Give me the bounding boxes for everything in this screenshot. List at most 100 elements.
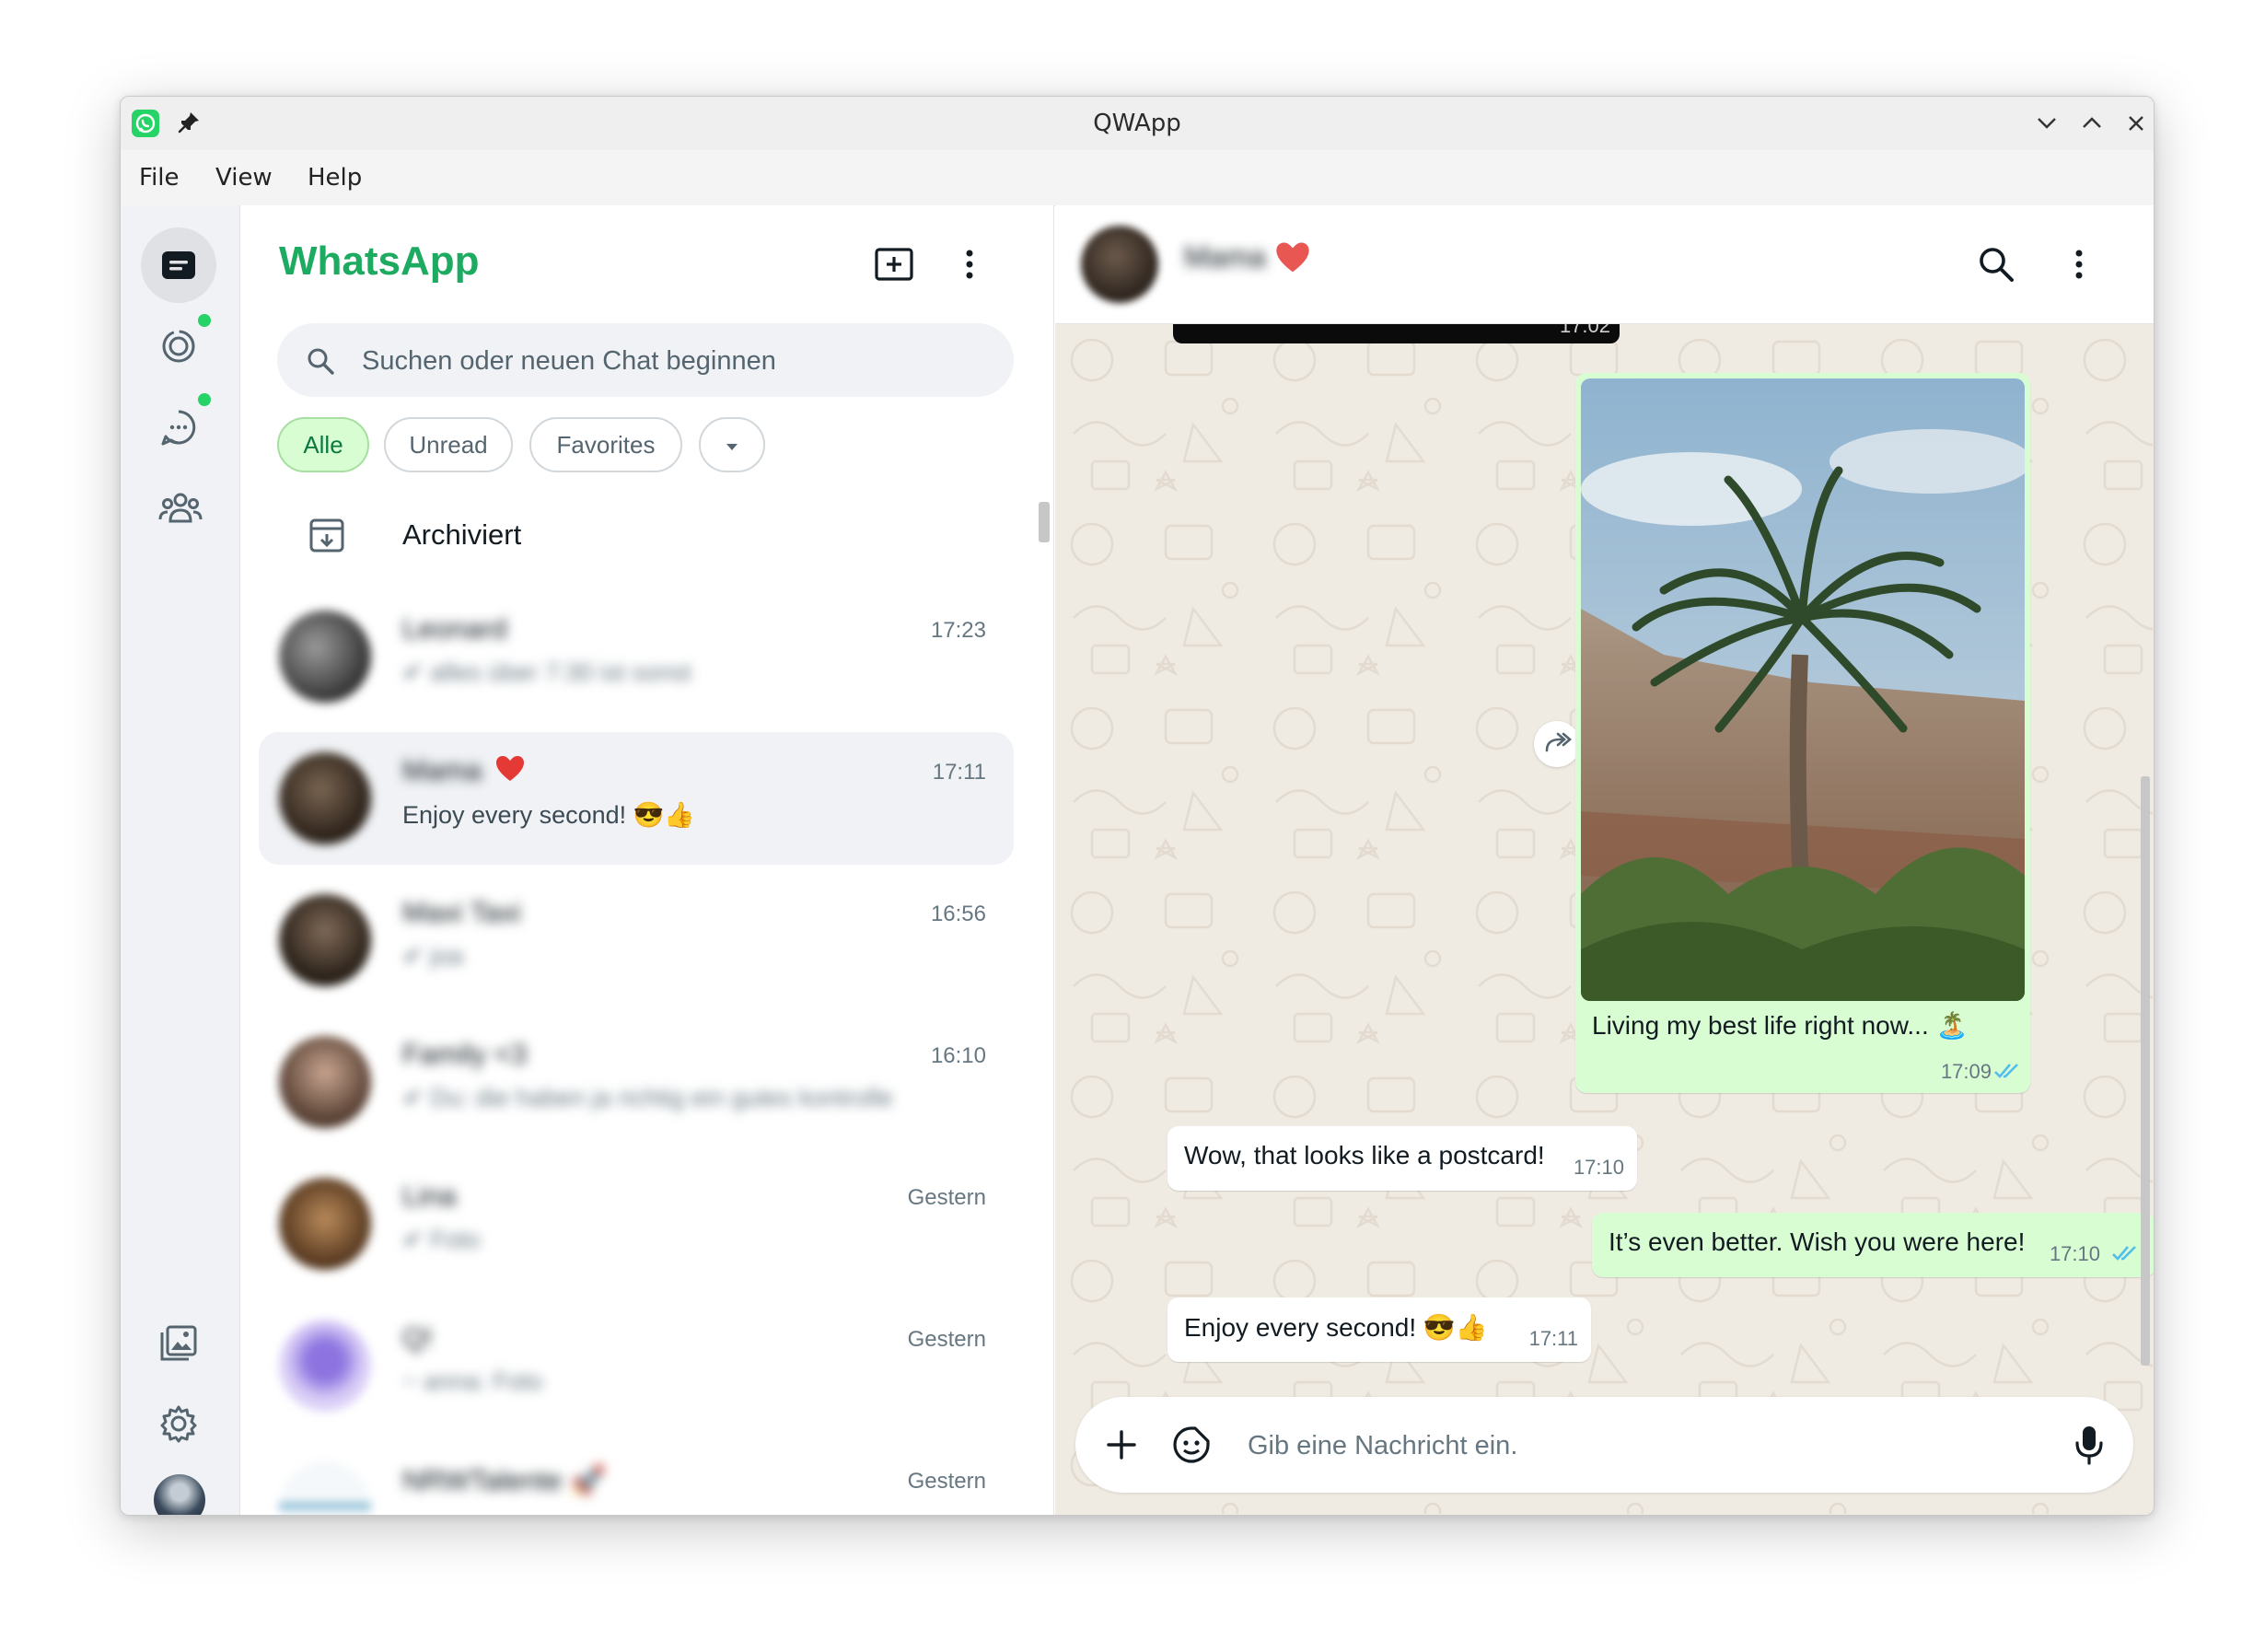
chat-time: 17:23 — [930, 618, 986, 643]
filter-all-chip[interactable]: Alle — [277, 417, 369, 472]
archived-row[interactable]: Archiviert — [277, 491, 1014, 579]
chat-name: NRWTalente 🚀 — [402, 1464, 606, 1496]
chat-row[interactable]: Q! Gestern ~ anna: Foto — [259, 1299, 1014, 1432]
brand-title: WhatsApp — [279, 238, 480, 284]
filter-favorites-chip[interactable]: Favorites — [529, 417, 682, 472]
heart-icon — [496, 756, 524, 781]
close-icon[interactable] — [2120, 108, 2152, 139]
chat-preview: ✔ Foto — [402, 1226, 481, 1253]
chat-avatar — [279, 611, 371, 703]
chat-avatar — [279, 1320, 371, 1412]
incoming-message[interactable]: Enjoy every second! 😎👍 17:11 — [1167, 1297, 1591, 1362]
archived-label: Archiviert — [402, 518, 522, 551]
microphone-icon[interactable] — [2073, 1423, 2106, 1467]
filter-unread-chip[interactable]: Unread — [384, 417, 513, 472]
window-title: QWApp — [1093, 110, 1181, 137]
profile-avatar[interactable] — [154, 1474, 205, 1515]
rail-chats-button[interactable] — [141, 227, 216, 303]
status-unread-dot — [198, 314, 211, 327]
contact-avatar[interactable] — [1081, 226, 1158, 303]
rail-channels-button[interactable] — [141, 390, 216, 465]
maximize-chevron-icon[interactable] — [2076, 108, 2108, 139]
chat-avatar — [279, 1178, 371, 1270]
minimize-chevron-icon[interactable] — [2031, 108, 2062, 139]
incoming-message[interactable]: Wow, that looks like a postcard! 17:10 — [1167, 1126, 1637, 1191]
chat-list-scrollbar[interactable] — [1039, 502, 1050, 542]
read-receipt-icon — [1994, 1064, 2018, 1078]
caret-down-icon — [726, 444, 738, 451]
chat-time: 16:10 — [930, 1043, 986, 1068]
settings-gear-icon — [160, 1405, 197, 1443]
message-time: 17:09 — [1940, 1060, 1992, 1083]
rail-status-button[interactable] — [141, 308, 216, 384]
forward-icon — [1545, 732, 1572, 752]
rail-settings-button[interactable] — [141, 1386, 216, 1461]
chat-time: 16:56 — [930, 902, 986, 926]
chat-name: Mama — [402, 754, 482, 787]
chat-avatar — [279, 1461, 371, 1515]
outgoing-image-message[interactable]: Living my best life right now... 🏝️ 17:0… — [1575, 373, 2030, 1093]
conversation-scrollbar[interactable] — [2141, 776, 2150, 1366]
forward-button[interactable] — [1534, 721, 1580, 767]
new-chat-icon[interactable] — [872, 242, 916, 286]
attach-plus-icon[interactable] — [1103, 1426, 1140, 1463]
navigation-rail — [121, 205, 240, 1515]
chat-preview: ✔ joa — [402, 942, 464, 970]
message-text: Enjoy every second! 😎👍 — [1184, 1313, 1488, 1342]
archive-icon — [309, 518, 344, 553]
channels-unread-dot — [198, 393, 211, 406]
conversation-panel: Mama 17:02 Living my best life right now… — [1055, 205, 2154, 1515]
menu-dots-icon[interactable] — [958, 242, 981, 286]
menu-file[interactable]: File — [139, 150, 180, 205]
rail-communities-button[interactable] — [141, 471, 216, 546]
message-time: 17:11 — [1528, 1327, 1578, 1350]
palm-tree-photo[interactable] — [1581, 378, 2025, 1001]
chat-name: Q! — [402, 1321, 433, 1354]
chat-row-selected[interactable]: Mama 17:11 Enjoy every second! 😎👍 — [259, 732, 1014, 865]
communities-icon — [158, 493, 203, 523]
media-gallery-icon — [160, 1325, 197, 1361]
search-input[interactable] — [360, 323, 990, 399]
menu-dots-icon[interactable] — [2068, 242, 2090, 286]
chat-avatar — [279, 752, 371, 844]
chat-row[interactable]: Lina Gestern ✔ Foto — [259, 1158, 1014, 1290]
image-caption: Living my best life right now... 🏝️ — [1592, 1011, 1969, 1040]
chat-preview: ✔ alles über 7:30 ist sonst — [402, 658, 691, 686]
filter-more-dropdown[interactable] — [699, 417, 765, 472]
chat-time: Gestern — [907, 1327, 986, 1352]
menu-help[interactable]: Help — [308, 150, 362, 205]
chat-avatar — [279, 1036, 371, 1128]
search-box — [277, 323, 1014, 399]
chat-row[interactable]: Family <3 16:10 ✔ Du: die haben ja richt… — [259, 1016, 1014, 1148]
outgoing-message[interactable]: It’s even better. Wish you were here! 17… — [1592, 1213, 2154, 1277]
rail-media-button[interactable] — [141, 1305, 216, 1380]
channels-icon — [161, 410, 196, 446]
message-time: 17:10 — [2049, 1242, 2100, 1265]
contact-name[interactable]: Mama — [1184, 240, 1266, 274]
sticker-emoji-icon[interactable] — [1171, 1425, 1212, 1465]
message-time: 17:10 — [1573, 1156, 1624, 1179]
chat-preview: ✔ Du: die haben ja richtig ein gutes kon… — [402, 1084, 893, 1111]
chat-name: Lina — [402, 1180, 457, 1212]
chat-name: Family <3 — [402, 1038, 528, 1070]
menu-view[interactable]: View — [215, 150, 273, 205]
chat-row[interactable]: Maxi Taxi 16:56 ✔ joa — [259, 874, 1014, 1006]
chat-row[interactable]: NRWTalente 🚀 Gestern — [259, 1441, 1014, 1515]
search-icon — [308, 348, 334, 375]
chat-time: Gestern — [907, 1185, 986, 1210]
chat-list-panel: WhatsApp Alle Unread Favorites — [240, 205, 1054, 1515]
chats-icon — [162, 251, 195, 279]
read-receipt-icon — [2112, 1246, 2136, 1261]
chat-row[interactable]: Leonard 17:23 ✔ alles über 7:30 ist sons… — [259, 590, 1014, 723]
app-window: QWApp File View Help WhatsApp Suchen ode… — [120, 96, 2155, 1516]
chat-time: Gestern — [907, 1469, 986, 1494]
search-icon[interactable] — [1976, 244, 2016, 285]
message-input[interactable] — [1246, 1397, 2004, 1495]
status-icon — [162, 330, 195, 363]
message-text: It’s even better. Wish you were here! — [1609, 1227, 2026, 1256]
chat-name-text: Mama — [402, 754, 482, 786]
chat-preview: ~ anna: Foto — [402, 1367, 543, 1395]
chat-name: Maxi Taxi — [402, 896, 521, 928]
message-composer — [1075, 1397, 2133, 1495]
chat-avatar — [279, 894, 371, 986]
